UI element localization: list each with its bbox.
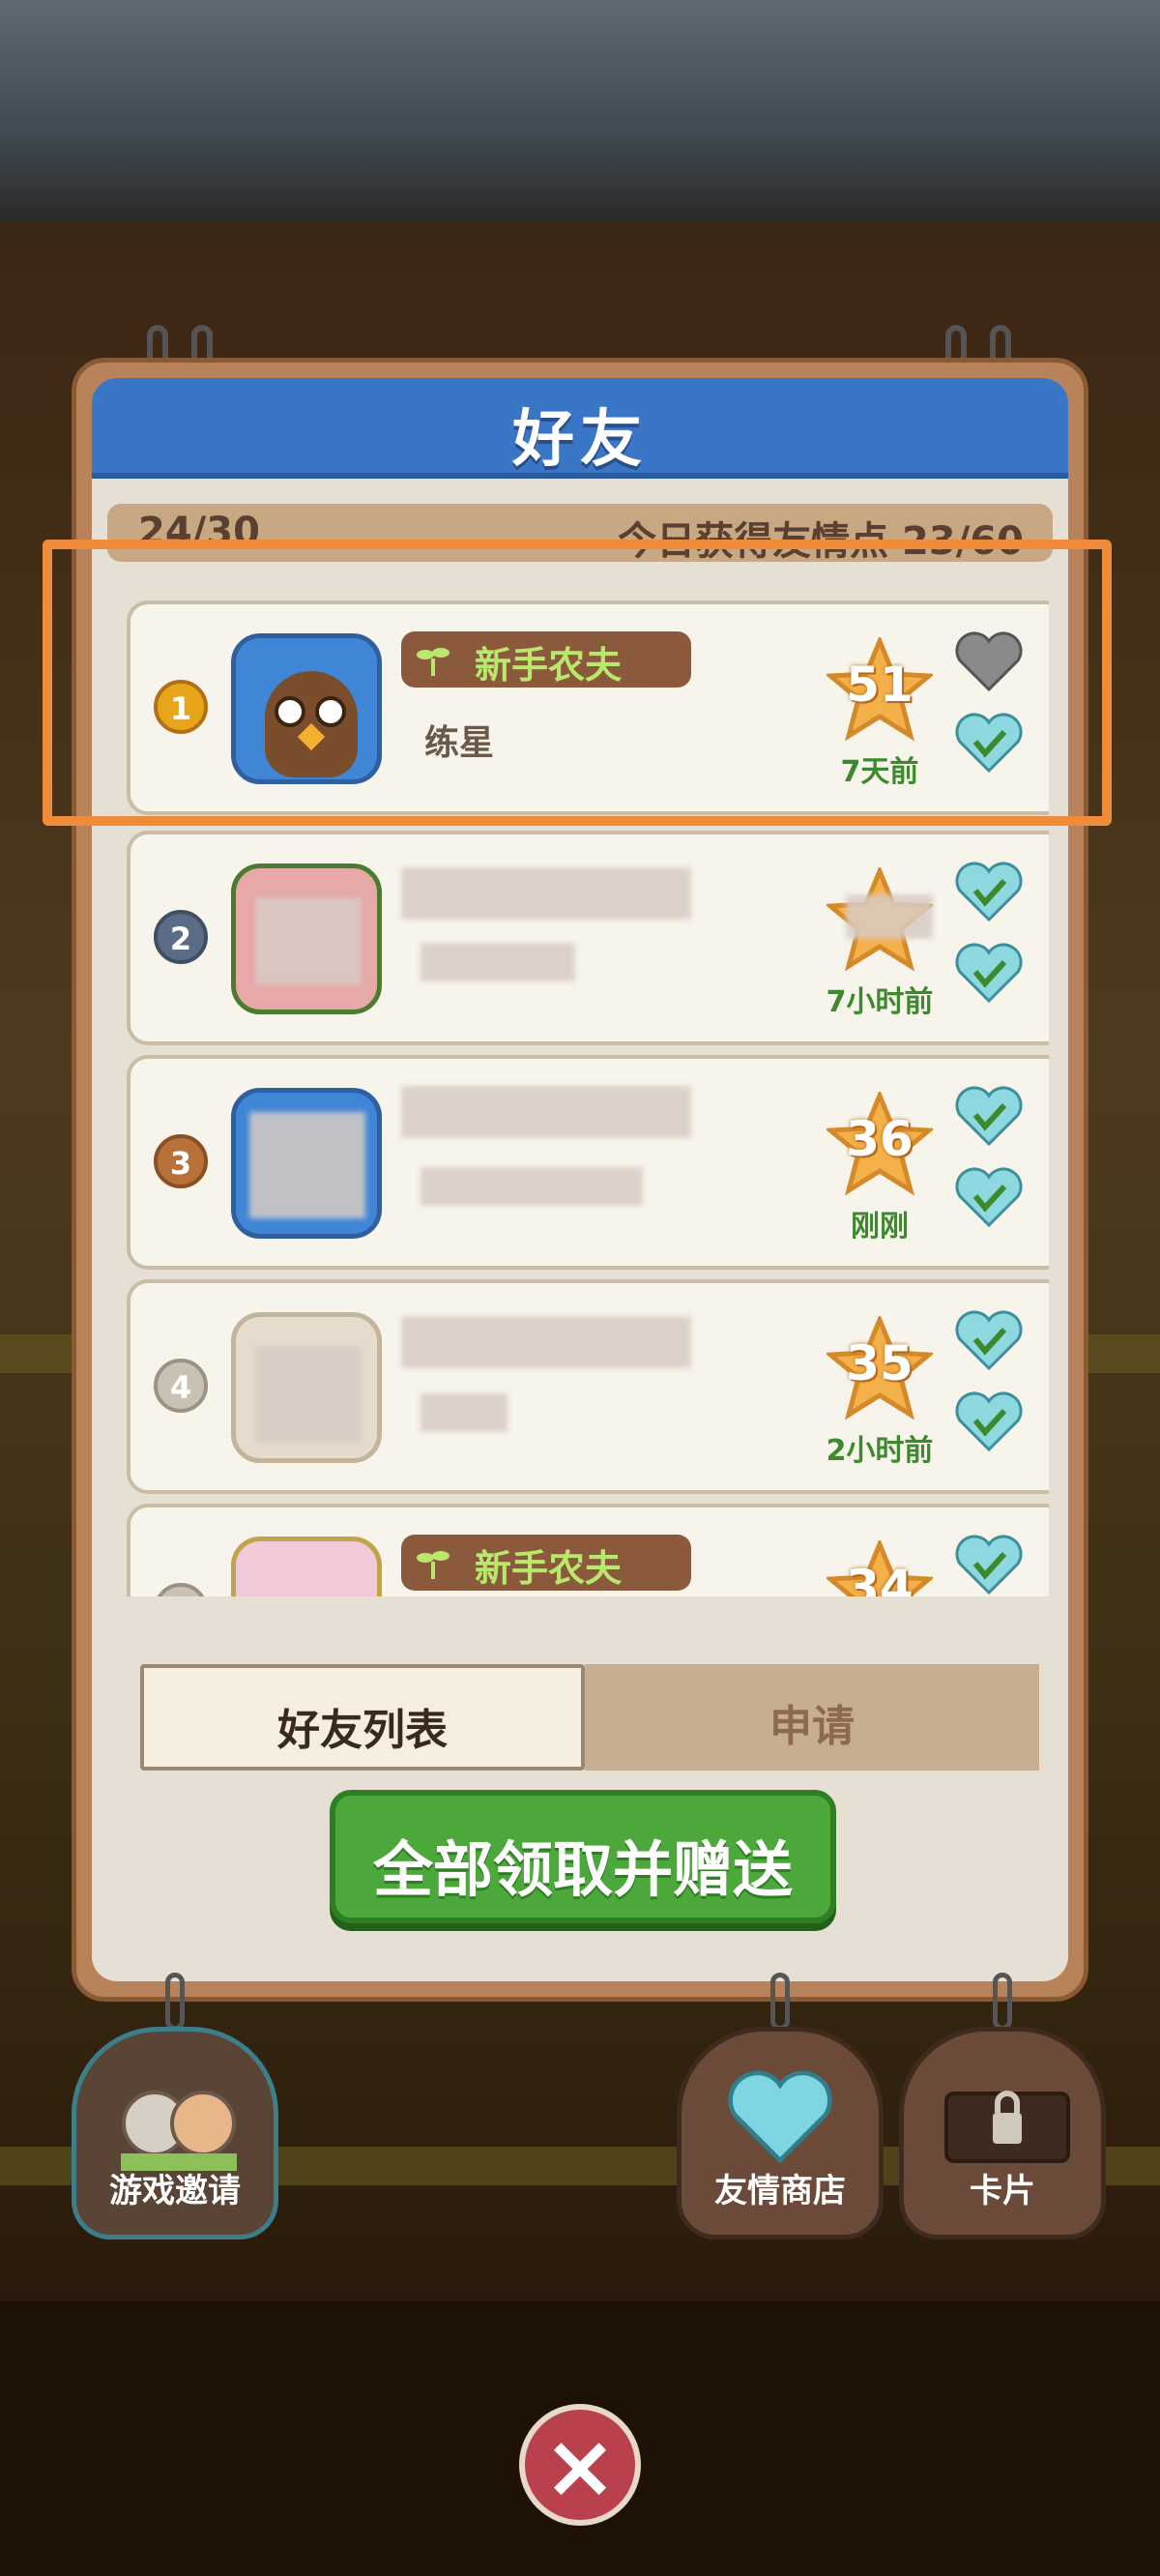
lock-icon <box>944 2091 1070 2163</box>
game-invite-label: 游戏邀请 <box>109 2172 241 2210</box>
heart-receive-icon[interactable] <box>954 860 1024 923</box>
last-seen: 7小时前 <box>826 985 934 1019</box>
background-top <box>0 0 1160 222</box>
claim-all-button[interactable]: 全部领取并赠送 <box>330 1790 836 1923</box>
hook <box>165 1973 185 2031</box>
panel-header: 好友 <box>92 378 1068 479</box>
heart-receive-icon[interactable] <box>954 1533 1024 1596</box>
sprout-icon <box>417 1551 450 1579</box>
level-number: 35 <box>846 1335 914 1391</box>
blurred-title <box>401 1086 691 1138</box>
rank-badge: 4 <box>154 1359 208 1413</box>
blurred-level <box>846 894 933 939</box>
blurred-title <box>401 1316 691 1368</box>
game-invite-button[interactable]: 游戏邀请 <box>72 1973 278 2239</box>
heart-send-icon[interactable] <box>954 1165 1024 1229</box>
friend-card[interactable]: 4 35 2小时前 <box>127 1279 1049 1494</box>
blurred-avatar <box>249 1112 365 1218</box>
last-seen: 2小时前 <box>826 1434 934 1468</box>
avatar[interactable] <box>231 864 382 1014</box>
panel-title: 好友 <box>512 404 648 476</box>
friend-card[interactable]: 5 新手农夫 34 <box>127 1504 1049 1596</box>
highlight-box <box>43 540 1112 826</box>
cards-label: 卡片 <box>970 2172 1035 2210</box>
friendship-shop-label: 友情商店 <box>714 2172 846 2210</box>
tab-friends-list-label: 好友列表 <box>277 1706 448 1755</box>
tab-requests-label: 申请 <box>769 1702 855 1751</box>
blurred-title <box>401 867 691 920</box>
close-icon: × <box>542 2415 618 2518</box>
last-seen: 刚刚 <box>851 1210 909 1244</box>
blurred-name <box>420 1393 508 1432</box>
claim-all-label: 全部领取并赠送 <box>372 1834 793 1905</box>
avatar[interactable] <box>231 1537 382 1596</box>
heart-receive-icon[interactable] <box>954 1084 1024 1148</box>
cards-button[interactable]: 卡片 <box>899 1973 1106 2239</box>
friend-card[interactable]: 3 36 刚刚 <box>127 1055 1049 1270</box>
heart-icon <box>728 2070 832 2164</box>
friendship-shop-button[interactable]: 友情商店 <box>677 1973 884 2239</box>
heart-send-icon[interactable] <box>954 941 1024 1005</box>
friends-characters-icon <box>121 2091 237 2171</box>
hook <box>993 1973 1012 2031</box>
blurred-avatar <box>255 1346 362 1443</box>
tab-bar: 好友列表 申请 <box>140 1664 1058 1771</box>
blurred-avatar <box>255 897 362 984</box>
rank-badge: 2 <box>154 910 208 964</box>
tab-requests[interactable]: 申请 <box>585 1664 1039 1771</box>
friend-card[interactable]: 2 7小时前 <box>127 831 1049 1045</box>
level-number: 34 <box>846 1560 914 1596</box>
rank-badge: 3 <box>154 1134 208 1188</box>
hook <box>770 1973 790 2031</box>
close-button[interactable]: × <box>519 2404 641 2526</box>
blurred-name <box>420 943 575 981</box>
avatar[interactable] <box>231 1312 382 1463</box>
title-text: 新手农夫 <box>475 1547 623 1590</box>
level-number: 36 <box>846 1111 914 1167</box>
blurred-name <box>420 1167 643 1206</box>
rank-badge: 5 <box>154 1583 208 1596</box>
tab-friends-list[interactable]: 好友列表 <box>140 1664 585 1771</box>
avatar[interactable] <box>231 1088 382 1239</box>
heart-send-icon[interactable] <box>954 1390 1024 1453</box>
heart-receive-icon[interactable] <box>954 1308 1024 1372</box>
title-tag: 新手农夫 <box>401 1535 691 1591</box>
